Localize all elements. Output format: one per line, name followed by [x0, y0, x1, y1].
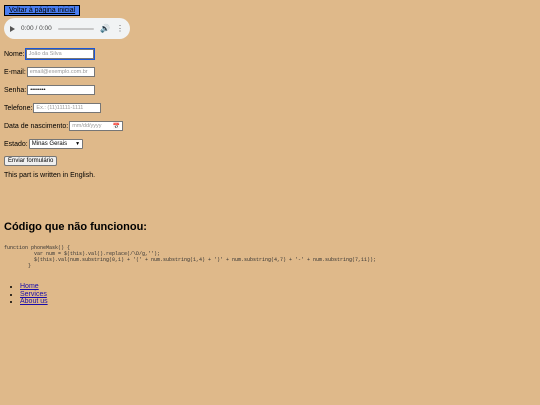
state-selected-value: Minas Gerais	[31, 141, 68, 147]
name-row: Nome: João da Silva	[4, 48, 534, 60]
play-icon[interactable]	[10, 25, 15, 32]
back-home-button[interactable]: Voltar à página inicial	[4, 5, 81, 16]
code-heading: Código que não funcionou:	[4, 221, 147, 233]
name-label: Nome:	[4, 50, 25, 58]
state-select[interactable]: Minas Gerais ▼	[28, 139, 84, 149]
chevron-down-icon: ▼	[75, 141, 81, 147]
nav-item-home: Home	[20, 283, 534, 291]
audio-time: 0:00 / 0:00	[21, 25, 52, 32]
email-label: E-mail:	[4, 68, 26, 76]
password-row: Senha: ••••••••	[4, 85, 534, 95]
birthdate-input[interactable]: mm/dd/yyyy 📅	[69, 121, 124, 131]
calendar-icon[interactable]: 📅	[113, 123, 120, 130]
birthdate-label: Data de nascimento:	[4, 122, 69, 130]
nav-item-services: Services	[20, 291, 534, 299]
birthdate-placeholder: mm/dd/yyyy	[72, 123, 102, 129]
nav-item-about: About us	[20, 298, 534, 306]
password-input[interactable]: ••••••••	[27, 85, 96, 95]
email-input[interactable]: email@exemplo.com.br	[26, 67, 95, 77]
nav-list: Home Services About us	[4, 283, 534, 306]
page: Voltar à página inicial 0:00 / 0:00 🔊 ⋮ …	[4, 5, 534, 306]
audio-progress-track[interactable]	[57, 27, 95, 30]
password-label: Senha:	[4, 86, 27, 94]
audio-player[interactable]: 0:00 / 0:00 🔊 ⋮	[4, 18, 130, 39]
english-text: This part is written in English.	[4, 172, 96, 179]
nav-link-about[interactable]: About us	[20, 298, 48, 305]
email-row: E-mail: email@exemplo.com.br	[4, 67, 534, 77]
phone-row: Telefone: Ex.: (11)11111-1111	[4, 103, 534, 113]
nav-link-home[interactable]: Home	[20, 283, 39, 290]
phone-input[interactable]: Ex.: (11)11111-1111	[33, 103, 102, 113]
submit-button[interactable]: Enviar formulário	[4, 156, 58, 166]
state-label: Estado:	[4, 140, 28, 148]
phone-label: Telefone:	[4, 104, 33, 112]
nav-link-services[interactable]: Services	[20, 291, 47, 298]
birthdate-row: Data de nascimento: mm/dd/yyyy 📅	[4, 121, 534, 131]
state-row: Estado: Minas Gerais ▼	[4, 139, 534, 149]
code-block: function phoneMask() { var num = $(this)…	[4, 245, 377, 269]
name-input[interactable]: João da Silva	[24, 48, 95, 60]
more-vert-icon[interactable]: ⋮	[116, 24, 124, 33]
volume-icon[interactable]: 🔊	[100, 24, 110, 33]
